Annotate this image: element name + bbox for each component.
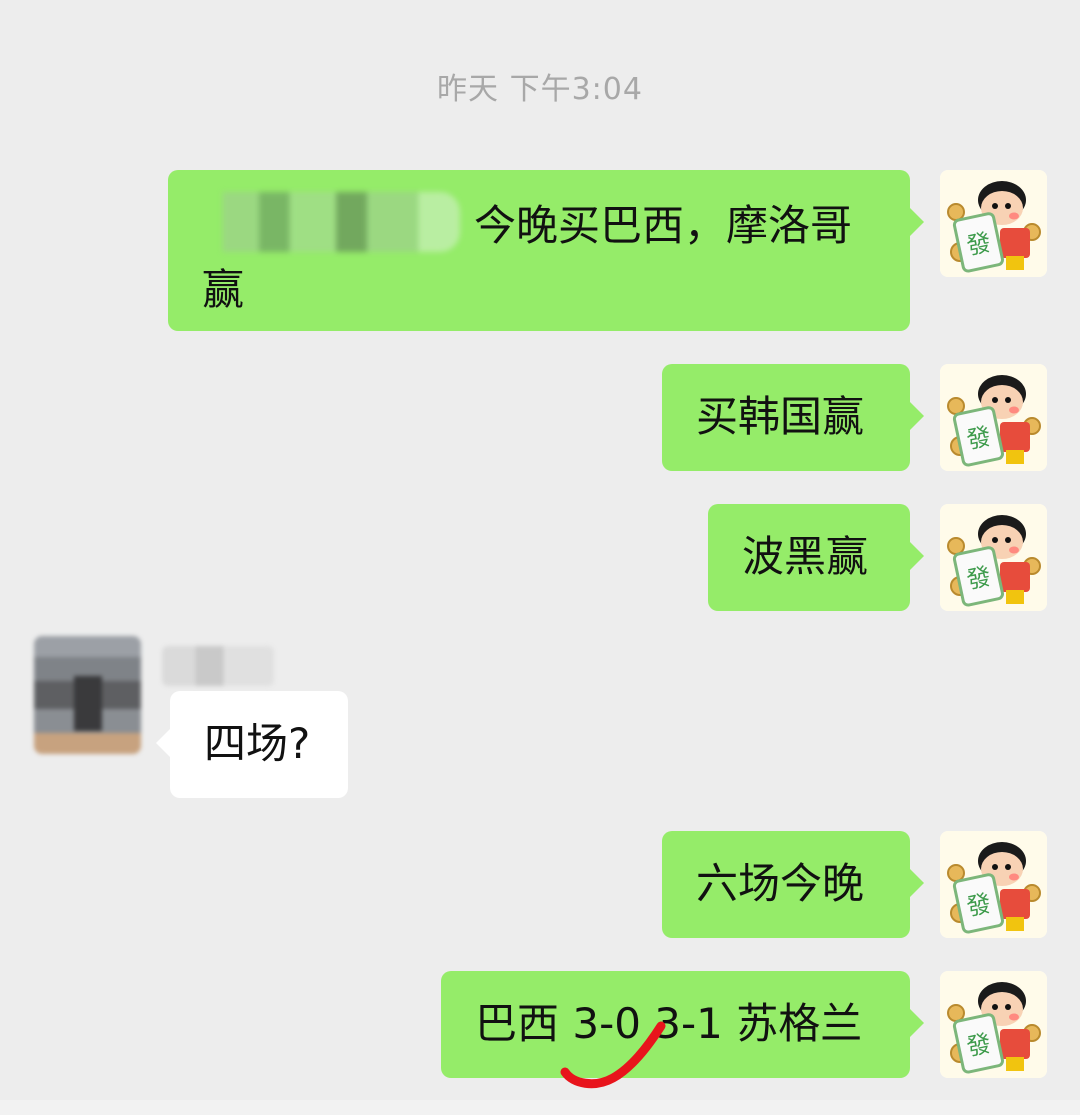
self-avatar-icon[interactable]: 發 — [940, 504, 1047, 611]
outgoing-message-bubble[interactable]: 买韩国赢 — [662, 364, 924, 471]
message-text: 六场今晚 — [696, 859, 865, 908]
mention-blurred — [202, 192, 460, 252]
outgoing-message-bubble[interactable]: 波黑赢 — [708, 504, 924, 611]
cartoon-mahjong-tile-avatar-icon: 發 — [940, 971, 1047, 1078]
outgoing-message-bubble[interactable]: 巴西 3-0 3-1 苏格兰 — [441, 971, 924, 1078]
message-text: 赢 — [202, 265, 245, 314]
outgoing-message-bubble[interactable]: 今晚买巴西，摩洛哥 赢 — [168, 170, 924, 331]
cartoon-mahjong-tile-avatar-icon: 發 — [940, 170, 1047, 277]
chat-area: 昨天 下午3:04 今晚买巴西，摩洛哥 赢 發 买韩国赢 發 波黑赢 發 四场?… — [0, 0, 1080, 1115]
cartoon-mahjong-tile-avatar-icon: 發 — [940, 831, 1047, 938]
message-text: 四场? — [204, 719, 311, 768]
message-timestamp: 昨天 下午3:04 — [437, 72, 643, 107]
self-avatar-icon[interactable]: 發 — [940, 971, 1047, 1078]
bottom-edge — [0, 1100, 1080, 1115]
message-text: 今晚买巴西，摩洛哥 — [474, 201, 853, 250]
self-avatar-icon[interactable]: 發 — [940, 170, 1047, 277]
incoming-message-bubble[interactable]: 四场? — [156, 691, 348, 798]
self-avatar-icon[interactable]: 發 — [940, 831, 1047, 938]
other-user-avatar[interactable] — [34, 636, 141, 754]
self-avatar-icon[interactable]: 發 — [940, 364, 1047, 471]
message-text: 波黑赢 — [742, 532, 869, 581]
message-text: 巴西 3-0 3-1 苏格兰 — [475, 999, 863, 1048]
message-text: 买韩国赢 — [696, 392, 865, 441]
sender-name-blurred — [162, 646, 274, 686]
outgoing-message-bubble[interactable]: 六场今晚 — [662, 831, 924, 938]
cartoon-mahjong-tile-avatar-icon: 發 — [940, 504, 1047, 611]
cartoon-mahjong-tile-avatar-icon: 發 — [940, 364, 1047, 471]
